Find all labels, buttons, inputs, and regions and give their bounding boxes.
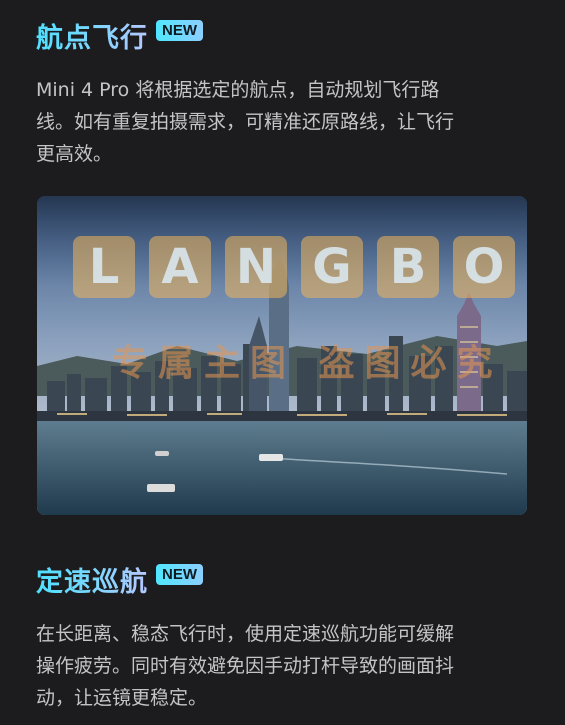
description-line: Mini 4 Pro 将根据选定的航点，自动规划飞行路	[36, 79, 440, 101]
section-title-cruise: 定速巡航 NEW	[36, 560, 203, 599]
description-line: 更高效。	[36, 143, 113, 165]
description-line: 线。如有重复拍摄需求，可精准还原路线，让飞行	[36, 111, 455, 133]
skyline-photo: L A N G B O 专属主图 盗图必究	[37, 196, 527, 515]
watermark-letter: G	[301, 236, 363, 298]
watermark-text: 专属主图 盗图必究	[112, 342, 503, 384]
watermark-letter: O	[453, 236, 515, 298]
cruise-description: 在长距离、稳态飞行时，使用定速巡航功能可缓解 操作疲劳。同时有效避免因手动打杆导…	[36, 618, 516, 714]
description-line: 操作疲劳。同时有效避免因手动打杆导致的画面抖	[36, 655, 455, 677]
description-line: 在长距离、稳态飞行时，使用定速巡航功能可缓解	[36, 623, 455, 645]
watermark-letter: A	[149, 236, 211, 298]
waypoint-description: Mini 4 Pro 将根据选定的航点，自动规划飞行路 线。如有重复拍摄需求，可…	[36, 74, 516, 170]
watermark-letters: L A N G B O	[73, 236, 515, 298]
waypoint-title: 航点飞行	[36, 16, 148, 55]
cruise-title: 定速巡航	[36, 560, 148, 599]
description-line: 动，让运镜更稳定。	[36, 687, 208, 709]
watermark-letter: B	[377, 236, 439, 298]
watermark-letter: L	[73, 236, 135, 298]
watermark-letter: N	[225, 236, 287, 298]
section-title-waypoint: 航点飞行 NEW	[36, 16, 203, 55]
new-badge: NEW	[156, 20, 203, 41]
new-badge: NEW	[156, 564, 203, 585]
